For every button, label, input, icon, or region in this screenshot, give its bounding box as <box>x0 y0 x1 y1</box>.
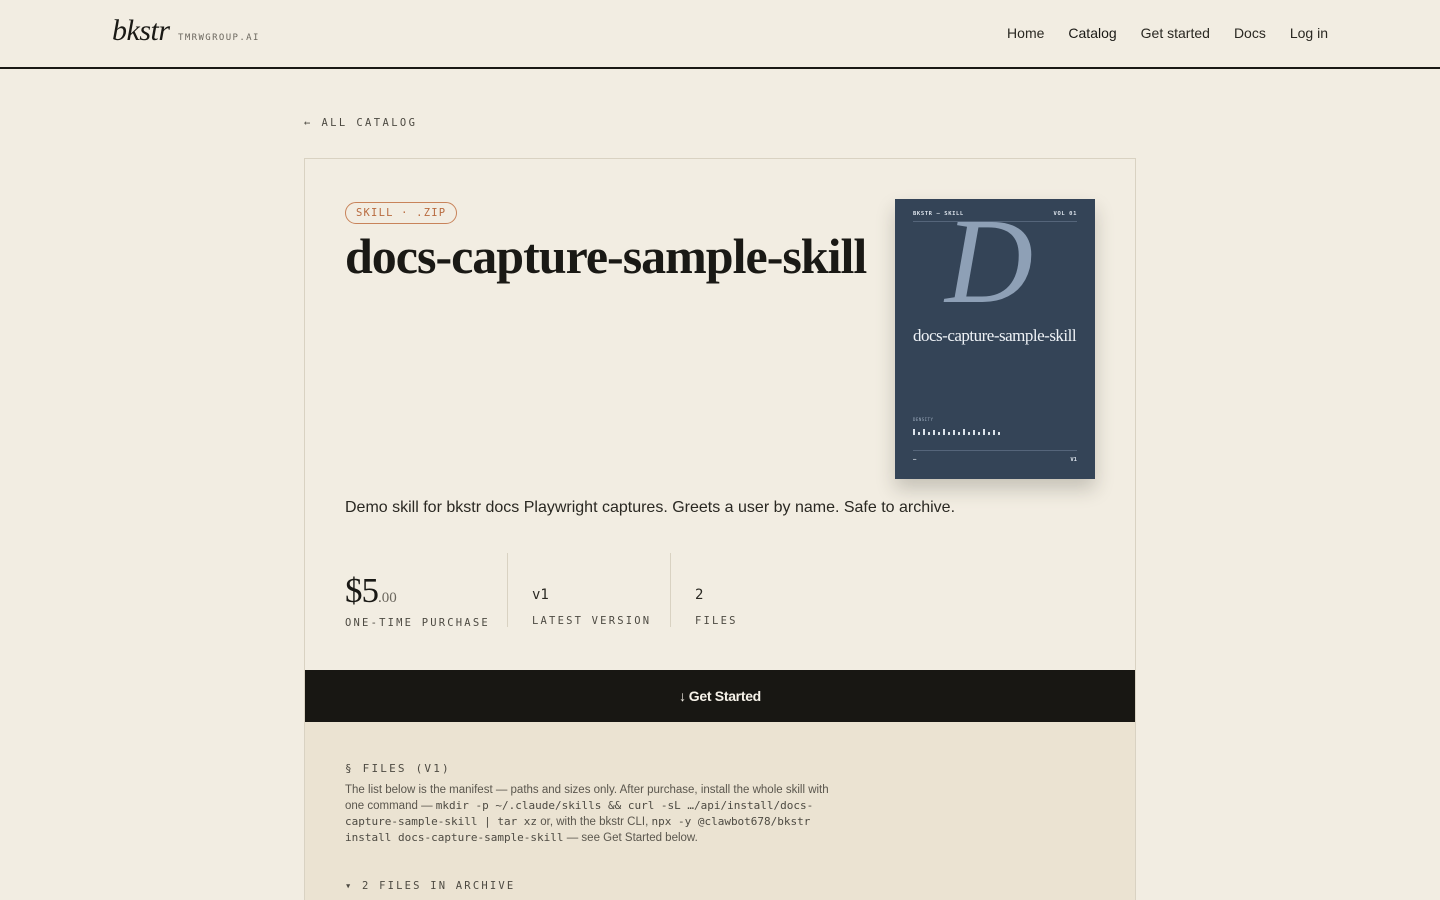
density-bar <box>993 430 995 435</box>
product-description: Demo skill for bkstr docs Playwright cap… <box>345 499 956 516</box>
get-started-button[interactable]: ↓ Get Started <box>305 670 1135 722</box>
density-bar <box>943 429 945 435</box>
density-bar <box>953 430 955 435</box>
density-bar <box>923 429 925 435</box>
price-dollars: $5 <box>345 571 379 610</box>
density-bar <box>928 432 930 435</box>
price-stat: $5.00 ONE-TIME PURCHASE <box>345 553 507 629</box>
product-stats: $5.00 ONE-TIME PURCHASE v1 LATEST VERSIO… <box>345 553 850 633</box>
density-bar <box>983 429 985 435</box>
logo[interactable]: bkstr <box>112 14 170 48</box>
cover-density-label: DENSITY <box>913 417 934 422</box>
files-section: § FILES (V1) The list below is the manif… <box>305 722 1135 900</box>
main-nav: Home Catalog Get started Docs Log in <box>1007 25 1328 41</box>
files-count-value: 2 <box>695 587 704 603</box>
density-bar <box>913 429 915 435</box>
density-bar <box>948 432 950 435</box>
logo-subtitle: TMRWGROUP.AI <box>178 33 260 43</box>
density-bar <box>973 430 975 435</box>
density-bar <box>998 432 1000 435</box>
density-bar <box>963 429 965 435</box>
cover-initial: D <box>945 199 1034 329</box>
price-label: ONE-TIME PURCHASE <box>345 617 490 629</box>
cover-footer-version: V1 <box>1070 457 1077 463</box>
nav-docs[interactable]: Docs <box>1234 25 1266 41</box>
density-bar <box>968 432 970 435</box>
nav-get-started[interactable]: Get started <box>1141 25 1210 41</box>
density-bar <box>918 432 920 435</box>
get-started-label: Get Started <box>688 688 761 704</box>
version-label: LATEST VERSION <box>532 615 652 627</box>
product-card: SKILL · .ZIP docs-capture-sample-skill B… <box>304 158 1136 900</box>
book-cover: BKSTR — SKILL VOL 01 D docs-capture-samp… <box>895 199 1095 479</box>
files-stat: 2 FILES <box>670 553 850 627</box>
version-stat: v1 LATEST VERSION <box>507 553 670 627</box>
type-badge: SKILL · .ZIP <box>345 202 458 224</box>
files-count-label: FILES <box>695 615 738 627</box>
top-nav-bar: bkstr TMRWGROUP.AI Home Catalog Get star… <box>0 0 1440 69</box>
density-bar <box>958 432 960 435</box>
price-cents: .00 <box>378 590 397 606</box>
nav-catalog[interactable]: Catalog <box>1068 25 1116 41</box>
cover-title: docs-capture-sample-skill <box>913 326 1077 345</box>
density-bar <box>938 432 940 435</box>
files-text-part-3: — see Get Started below. <box>563 832 698 844</box>
files-description: The list below is the manifest — paths a… <box>345 782 835 846</box>
files-archive-toggle[interactable]: ▾ 2 FILES IN ARCHIVE <box>345 880 515 892</box>
cover-footer-left: — <box>913 457 917 463</box>
files-text-part-2: or, with the bkstr CLI, <box>537 816 652 828</box>
density-bar <box>933 430 935 435</box>
back-to-catalog-link[interactable]: ← ALL CATALOG <box>304 117 417 129</box>
arrow-down-icon: ↓ <box>679 688 686 704</box>
nav-log-in[interactable]: Log in <box>1290 25 1328 41</box>
version-value: v1 <box>532 587 549 603</box>
files-heading: § FILES (V1) <box>345 762 451 775</box>
nav-home[interactable]: Home <box>1007 25 1044 41</box>
density-bars <box>913 427 1000 435</box>
density-bar <box>978 432 980 435</box>
product-title: docs-capture-sample-skill <box>345 228 867 284</box>
cover-footer: — V1 <box>913 450 1077 463</box>
price: $5.00 <box>345 571 397 611</box>
density-bar <box>988 432 990 435</box>
cover-volume: VOL 01 <box>1053 211 1077 217</box>
